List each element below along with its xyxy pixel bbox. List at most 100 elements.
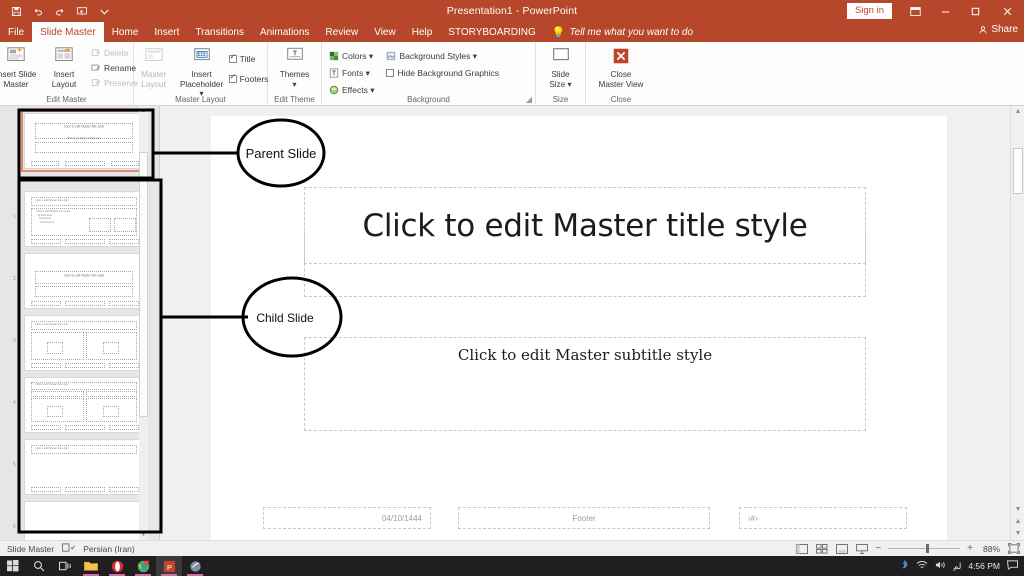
insert-slide-master-button[interactable]: Insert Slide Master: [0, 44, 40, 89]
zoom-slider[interactable]: [888, 544, 961, 554]
minimize-icon[interactable]: [930, 0, 960, 22]
opera-button[interactable]: [104, 556, 130, 576]
colors-button[interactable]: Colors ▾: [326, 49, 377, 63]
thumbnail-scroll-down-arrow[interactable]: ▼: [139, 530, 148, 540]
canvas-vertical-scrollbar[interactable]: ▲ ▼ ▲ ▼: [1010, 106, 1024, 540]
tab-storyboarding[interactable]: STORYBOARDING: [440, 22, 543, 42]
slide-size-button[interactable]: Slide Size ▾: [537, 44, 585, 89]
accessibility-checker-icon[interactable]: [62, 542, 76, 555]
thumbnail-layout-4[interactable]: 4 Click to edit Master title style: [13, 377, 144, 433]
thumbnail-layout-6[interactable]: 6: [13, 501, 144, 540]
ribbon-display-options-icon[interactable]: [900, 0, 930, 22]
tab-transitions[interactable]: Transitions: [187, 22, 252, 42]
scroll-up-arrow-icon[interactable]: ▲: [1011, 106, 1024, 118]
thumbnail-layout-1[interactable]: 1 Click to edit Master title style Click…: [13, 191, 144, 247]
tab-home[interactable]: Home: [104, 22, 147, 42]
keyboard-layout-indicator[interactable]: لم: [953, 561, 961, 572]
slide-sorter-view-button[interactable]: [815, 543, 828, 555]
hide-background-graphics-checkbox[interactable]: [386, 69, 395, 77]
tab-animations[interactable]: Animations: [252, 22, 317, 42]
thumbnail-layout-3[interactable]: 3 Click to edit Master title style: [13, 315, 144, 371]
themes-button[interactable]: Themes ▾: [271, 44, 319, 89]
zoom-out-button[interactable]: −: [875, 543, 881, 554]
slide-size-label-2: Size ▾: [549, 79, 572, 89]
effects-label: Effects ▾: [342, 84, 375, 95]
thumbnail-slide-master[interactable]: Click to edit Master title style Click t…: [21, 110, 147, 172]
sign-in-button[interactable]: Sign in: [846, 3, 892, 19]
background-styles-button[interactable]: Background Styles ▾: [383, 49, 502, 63]
fonts-button[interactable]: Fonts ▾: [326, 66, 377, 80]
format-background-dialog-launcher-icon[interactable]: ◢: [526, 95, 532, 104]
reading-view-button[interactable]: [835, 543, 848, 555]
slide-size-icon: [550, 46, 572, 68]
start-button[interactable]: [0, 556, 26, 576]
vertical-scrollbar-thumb[interactable]: [1013, 148, 1023, 194]
tab-view[interactable]: View: [366, 22, 404, 42]
master-layout-icon: [143, 46, 165, 68]
powerpoint-button[interactable]: P: [156, 556, 182, 576]
master-title-placeholder[interactable]: Click to edit Master title style: [304, 187, 866, 264]
slide-master-thumbnail-panel[interactable]: Click to edit Master title style Click t…: [0, 106, 160, 540]
insert-layout-button[interactable]: Insert Layout: [40, 44, 88, 89]
clock[interactable]: 4:56 PM: [968, 561, 1000, 571]
close-master-view-button[interactable]: Close Master View: [590, 44, 652, 89]
slide-show-button[interactable]: [855, 543, 868, 555]
scroll-down-arrow-icon[interactable]: ▼: [1011, 504, 1024, 516]
title-checkbox[interactable]: [228, 53, 237, 63]
system-tray: لم 4:56 PM: [901, 556, 1024, 576]
tab-insert[interactable]: Insert: [146, 22, 187, 42]
master-subtitle-placeholder[interactable]: Click to edit Master subtitle style: [304, 337, 866, 431]
normal-view-button[interactable]: [795, 543, 808, 555]
tab-help[interactable]: Help: [404, 22, 441, 42]
file-explorer-button[interactable]: [78, 556, 104, 576]
tab-review[interactable]: Review: [317, 22, 366, 42]
status-view-name: Slide Master: [7, 543, 55, 554]
insert-placeholder-button[interactable]: Insert Placeholder ▾: [178, 44, 226, 99]
footers-checkbox-row[interactable]: Footers: [226, 72, 272, 86]
task-view-button[interactable]: [52, 556, 78, 576]
bluetooth-icon[interactable]: [901, 559, 909, 573]
status-language[interactable]: Persian (Iran): [83, 544, 135, 554]
date-placeholder[interactable]: 04/10/1444: [263, 507, 431, 529]
tab-slide-master[interactable]: Slide Master: [32, 22, 104, 42]
thumbnail-scroll-up-arrow[interactable]: ▲: [139, 106, 148, 116]
fit-slide-to-window-button[interactable]: [1007, 543, 1020, 555]
share-button[interactable]: Share: [978, 24, 1018, 35]
hide-background-graphics-row[interactable]: Hide Background Graphics: [383, 66, 502, 80]
volume-icon[interactable]: [935, 560, 946, 572]
group-label-background: Background: [407, 95, 450, 104]
thumb-master-sub: Click to edit Master subtitle style: [66, 136, 102, 140]
title-checkbox-row[interactable]: Title: [226, 52, 272, 66]
footers-checkbox-label: Footers: [239, 74, 269, 84]
wifi-icon[interactable]: [916, 560, 928, 572]
next-slide-button[interactable]: ▼: [1011, 528, 1024, 540]
slide-master-editor[interactable]: Click to edit Master title style Click t…: [211, 116, 947, 540]
master-layout-button[interactable]: Master Layout: [130, 44, 178, 89]
thumbnail-panel-scrollbar[interactable]: ▲ ▼: [139, 106, 148, 540]
chrome-button[interactable]: [130, 556, 156, 576]
tab-file[interactable]: File: [0, 22, 32, 42]
footers-checkbox[interactable]: [228, 73, 237, 83]
thumbnail-layout-2[interactable]: 2 Click to edit Master title style: [13, 253, 144, 309]
paint-button[interactable]: [182, 556, 208, 576]
slide-size-label-1: Slide: [551, 70, 570, 80]
themes-label-2: ▾: [292, 79, 297, 89]
thumbnail-scrollbar-thumb[interactable]: [139, 152, 148, 417]
search-button[interactable]: [26, 556, 52, 576]
title-checkbox-label: Title: [239, 54, 256, 64]
notification-center-icon[interactable]: [1006, 560, 1018, 572]
tell-me-box[interactable]: 💡 Tell me what you want to do: [544, 22, 701, 42]
powerpoint-window: Presentation1 - PowerPoint Sign in File …: [0, 0, 1024, 576]
slide-number-placeholder[interactable]: ‹#›: [739, 507, 907, 529]
restore-icon[interactable]: [960, 0, 990, 22]
footer-placeholder[interactable]: Footer: [458, 507, 710, 529]
zoom-in-button[interactable]: +: [967, 543, 973, 554]
thumbnail-layout-5[interactable]: 5 Click to edit Master title style: [13, 439, 144, 495]
previous-slide-button[interactable]: ▲: [1011, 516, 1024, 528]
ribbon-tab-strip: File Slide Master Home Insert Transition…: [0, 22, 1024, 42]
close-icon[interactable]: [990, 0, 1024, 22]
zoom-slider-knob[interactable]: [926, 544, 930, 553]
group-label-edit-master: Edit Master: [46, 95, 87, 104]
colors-icon: [329, 51, 339, 61]
zoom-level-label[interactable]: 88%: [980, 544, 1000, 554]
